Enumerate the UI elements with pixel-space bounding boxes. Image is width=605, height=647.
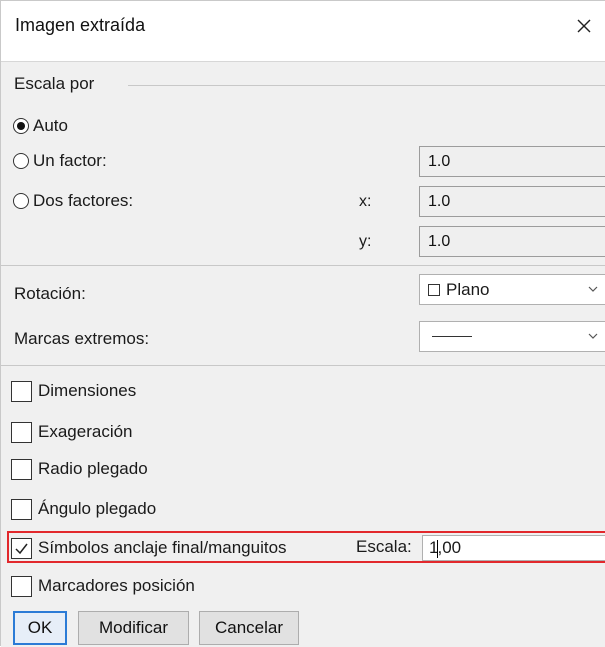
radio-dos-factores-label: Dos factores: — [33, 191, 134, 210]
checkbox-radio-plegado[interactable]: Radio plegado — [11, 456, 148, 482]
chevron-down-icon — [588, 333, 598, 339]
checkmark-icon — [15, 543, 28, 554]
dialog-title: Imagen extraída — [15, 15, 146, 35]
checkbox-radio-plegado-box[interactable] — [11, 458, 32, 480]
end-marks-label: Marcas extremos: — [14, 329, 150, 348]
chevron-down-icon — [588, 286, 598, 292]
checkbox-angulo-plegado[interactable]: Ángulo plegado — [11, 496, 156, 522]
title-divider — [1, 61, 605, 62]
flat-square-icon — [428, 283, 440, 296]
radio-dos-factores-indicator[interactable] — [13, 193, 29, 209]
checkbox-angulo-plegado-label: Ángulo plegado — [38, 499, 157, 518]
cancel-button[interactable]: Cancelar — [199, 611, 299, 645]
extracted-image-dialog: Imagen extraída Escala por Auto Un facto… — [0, 0, 605, 647]
rotation-label: Rotación: — [14, 284, 86, 303]
close-icon — [577, 19, 591, 33]
checkbox-marcadores-posicion-label: Marcadores posición — [38, 576, 195, 595]
radio-un-factor-label: Un factor: — [33, 151, 107, 170]
checkbox-exageracion[interactable]: Exageración — [11, 419, 133, 445]
line-style-icon — [432, 336, 472, 337]
checkbox-simbolos-anclaje-box[interactable] — [11, 537, 32, 559]
modify-button[interactable]: Modificar — [78, 611, 189, 645]
checkbox-exageracion-box[interactable] — [11, 421, 32, 443]
radio-auto[interactable]: Auto — [13, 114, 68, 138]
checkbox-marcadores-posicion[interactable]: Marcadores posición — [11, 573, 195, 599]
un-factor-field[interactable]: 1.0 — [419, 146, 605, 177]
checkbox-simbolos-anclaje-label: Símbolos anclaje final/manguitos — [38, 538, 287, 557]
rotation-value: Plano — [446, 279, 490, 299]
symbol-scale-label: Escala: — [356, 537, 412, 556]
radio-dos-factores[interactable]: Dos factores: — [13, 189, 133, 213]
checkbox-radio-plegado-label: Radio plegado — [38, 459, 148, 478]
x-factor-label: x: — [359, 193, 372, 210]
ok-button[interactable]: OK — [13, 611, 67, 645]
y-factor-field[interactable]: 1.0 — [419, 226, 605, 257]
checkbox-dimensiones-box[interactable] — [11, 380, 32, 402]
end-marks-dropdown[interactable] — [419, 321, 605, 352]
scale-group-line — [128, 85, 605, 86]
checkbox-angulo-plegado-box[interactable] — [11, 498, 32, 520]
symbol-scale-field[interactable]: 1,00 — [422, 535, 605, 561]
scale-group-label: Escala por — [14, 74, 95, 93]
radio-auto-indicator[interactable] — [13, 118, 29, 134]
x-factor-field[interactable]: 1.0 — [419, 186, 605, 217]
checkbox-dimensiones-label: Dimensiones — [38, 381, 137, 400]
y-factor-label: y: — [359, 233, 372, 250]
separator-1 — [1, 265, 605, 266]
checkbox-marcadores-posicion-box[interactable] — [11, 575, 32, 597]
symbol-scale-value-end: ,00 — [437, 538, 462, 557]
checkbox-dimensiones[interactable]: Dimensiones — [11, 378, 136, 404]
rotation-dropdown[interactable]: Plano — [419, 274, 605, 305]
checkbox-exageracion-label: Exageración — [38, 422, 133, 441]
radio-un-factor-indicator[interactable] — [13, 153, 29, 169]
checkbox-simbolos-anclaje[interactable]: Símbolos anclaje final/manguitos — [11, 535, 287, 561]
radio-un-factor[interactable]: Un factor: — [13, 149, 107, 173]
radio-auto-label: Auto — [33, 116, 68, 135]
close-button[interactable] — [564, 9, 604, 43]
title-bar: Imagen extraída — [1, 1, 605, 49]
separator-2 — [1, 365, 605, 366]
